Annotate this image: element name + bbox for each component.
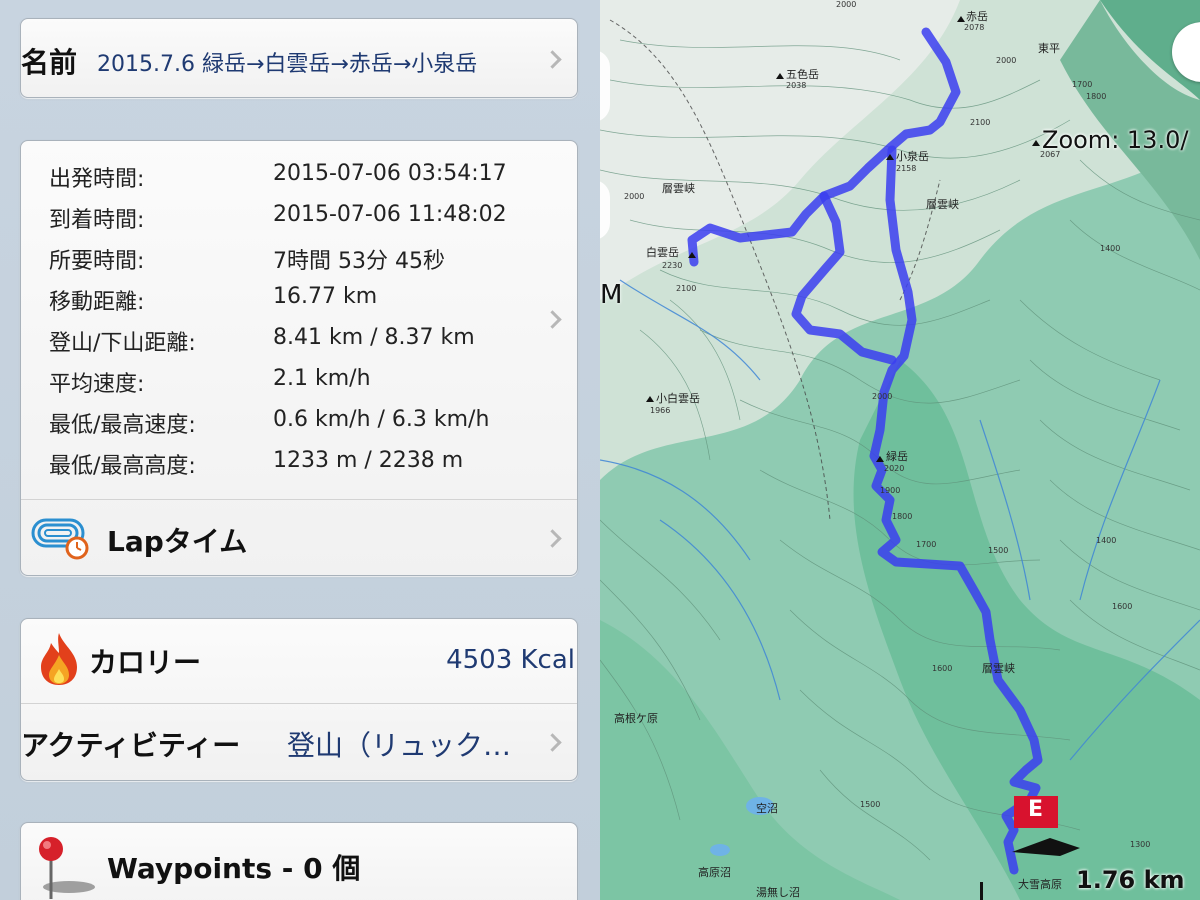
- stat-row-duration: 所要時間: 7時間 53分 45秒: [21, 235, 577, 276]
- stat-label: 最低/最高高度:: [49, 454, 196, 479]
- waypoints-card[interactable]: Waypoints - 0 個: [20, 822, 578, 900]
- contour-label: 1400: [1096, 536, 1117, 545]
- scale-bar-tick: [980, 882, 983, 900]
- zoom-readout: Zoom: 13.0/: [1042, 126, 1189, 154]
- contour-label: 1800: [892, 512, 913, 521]
- peak-elevation: 1966: [650, 406, 671, 415]
- lap-time-row[interactable]: Lapタイム: [21, 500, 577, 575]
- chevron-right-icon: [543, 529, 562, 548]
- stat-label: 登山/下山距離:: [49, 331, 196, 356]
- peak-label-koizumidake: 小泉岳: [896, 150, 929, 163]
- peak-elevation: 2230: [662, 261, 683, 270]
- peak-label-akadake: 赤岳: [966, 10, 988, 23]
- peak-label-midoridake: 緑岳: [886, 450, 908, 463]
- stat-label: 到着時間:: [49, 208, 145, 233]
- peak-elevation: 2158: [896, 164, 917, 173]
- stat-value: 8.41 km / 8.37 km: [273, 325, 475, 350]
- stat-value: 0.6 km/h / 6.3 km/h: [273, 407, 490, 432]
- contour-label: 1400: [1100, 244, 1121, 253]
- contour-label: 1800: [1086, 92, 1107, 101]
- peak-label-goshikidake: 五色岳: [786, 68, 819, 81]
- place-label: 層雲峡: [982, 662, 1015, 675]
- peak-elevation: 2078: [964, 23, 985, 32]
- flame-icon: [37, 631, 81, 687]
- calorie-value: 4503 Kcal: [446, 645, 575, 675]
- stat-row-distance: 移動距離: 16.77 km: [21, 276, 577, 317]
- contour-label: 2100: [970, 118, 991, 127]
- calorie-label: カロリー: [89, 646, 202, 679]
- track-name-value: 2015.7.6 緑岳→白雲岳→赤岳→小泉岳: [97, 52, 478, 77]
- place-label: 東平: [1038, 42, 1060, 55]
- stat-label: 出発時間:: [49, 167, 145, 192]
- contour-label: 1500: [860, 800, 881, 809]
- place-label: 湯無し沼: [756, 886, 800, 899]
- pond: [710, 844, 730, 856]
- name-label: 名前: [21, 46, 78, 79]
- contour-label: 1900: [880, 486, 901, 495]
- stat-row-altitude-range: 最低/最高高度: 1233 m / 2238 m: [21, 440, 577, 481]
- stat-value: 2.1 km/h: [273, 366, 371, 391]
- contour-label: 2000: [624, 192, 645, 201]
- stats-card: 出発時間: 2015-07-06 03:54:17 到着時間: 2015-07-…: [20, 140, 578, 576]
- contour-label: 2000: [996, 56, 1017, 65]
- peak-label-hakuundake: 白雲岳: [646, 246, 679, 259]
- peak-label-kohakuundake: 小白雲岳: [656, 392, 700, 405]
- activity-row[interactable]: アクティビティー 登山（リュック…: [21, 704, 577, 780]
- stat-row-departure: 出発時間: 2015-07-06 03:54:17: [21, 153, 577, 194]
- pushpin-icon: [29, 833, 105, 900]
- calorie-card: カロリー 4503 Kcal アクティビティー 登山（リュック…: [20, 618, 578, 781]
- stat-value: 2015-07-06 03:54:17: [273, 161, 507, 186]
- stat-label: 所要時間:: [49, 249, 145, 274]
- activity-value: 登山（リュック…: [287, 729, 512, 762]
- stat-label: 移動距離:: [49, 290, 145, 315]
- stat-row-arrival: 到着時間: 2015-07-06 11:48:02: [21, 194, 577, 235]
- contour-label: 2000: [836, 0, 857, 9]
- chevron-right-icon: [543, 50, 562, 69]
- calorie-row: カロリー 4503 Kcal: [21, 619, 577, 703]
- peak-elevation: 2038: [786, 81, 807, 90]
- stats-section[interactable]: 出発時間: 2015-07-06 03:54:17 到着時間: 2015-07-…: [21, 141, 577, 499]
- route-map[interactable]: 赤岳 2078 五色岳 2038 小泉岳 2158 2067 白雲岳 2230 …: [600, 0, 1200, 900]
- peak-elevation: 2020: [884, 464, 905, 473]
- name-card[interactable]: 名前 2015.7.6 緑岳→白雲岳→赤岳→小泉岳: [20, 18, 578, 98]
- stat-value: 1233 m / 2238 m: [273, 448, 464, 473]
- track-detail-panel: 名前 2015.7.6 緑岳→白雲岳→赤岳→小泉岳 出発時間: 2015-07-…: [0, 0, 600, 900]
- contour-label: 2000: [872, 392, 893, 401]
- contour-label: 1600: [932, 664, 953, 673]
- scale-distance: 1.76 km: [1076, 866, 1185, 894]
- activity-label: アクティビティー: [21, 729, 241, 762]
- lap-icon: [31, 516, 91, 560]
- stat-value: 2015-07-06 11:48:02: [273, 202, 507, 227]
- place-label: 大雪高原: [1018, 878, 1062, 891]
- stat-value: 7時間 53分 45秒: [273, 249, 445, 274]
- chevron-right-icon: [543, 733, 562, 752]
- place-label: 高原沼: [698, 866, 731, 879]
- stat-label: 最低/最高速度:: [49, 413, 196, 438]
- stat-value: 16.77 km: [273, 284, 378, 309]
- place-label: 空沼: [756, 802, 778, 815]
- place-label: 層雲峡: [662, 182, 695, 195]
- stat-row-speed-range: 最低/最高速度: 0.6 km/h / 6.3 km/h: [21, 399, 577, 440]
- contour-label: 1600: [1112, 602, 1133, 611]
- stat-label: 平均速度:: [49, 372, 145, 397]
- contour-label: 1300: [1130, 840, 1151, 849]
- contour-label: 1700: [916, 540, 937, 549]
- waypoints-label: Waypoints - 0 個: [107, 852, 361, 885]
- contour-label: 1700: [1072, 80, 1093, 89]
- stat-row-avg-speed: 平均速度: 2.1 km/h: [21, 358, 577, 399]
- place-label: 高根ケ原: [614, 712, 658, 725]
- map-control-button[interactable]: [600, 50, 610, 122]
- contour-label: 1500: [988, 546, 1009, 555]
- contour-label: 2100: [676, 284, 697, 293]
- lap-time-label: Lapタイム: [107, 525, 248, 558]
- place-label: 層雲峡: [926, 198, 959, 211]
- map-edge-letter: M: [600, 280, 623, 310]
- end-marker-label: E: [1028, 797, 1044, 822]
- stat-row-up-down-distance: 登山/下山距離: 8.41 km / 8.37 km: [21, 317, 577, 358]
